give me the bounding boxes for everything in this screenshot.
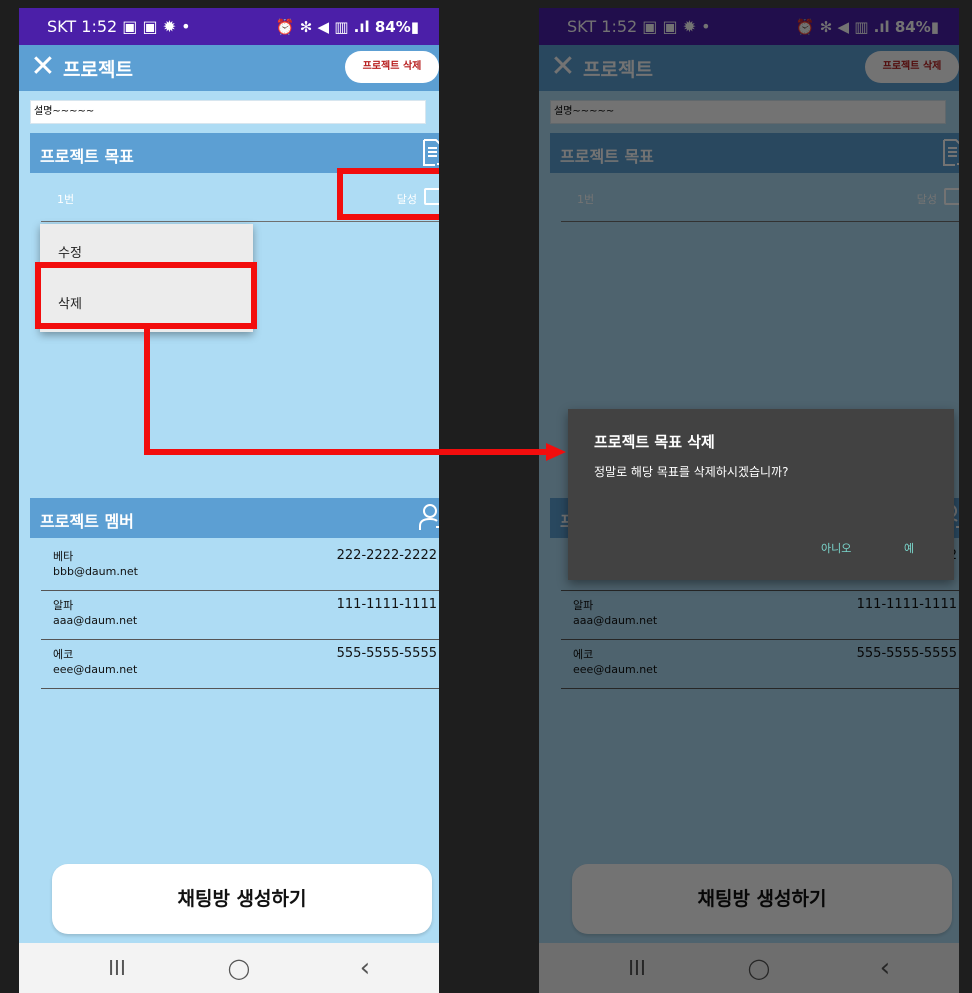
annotation-arrow <box>144 323 566 461</box>
